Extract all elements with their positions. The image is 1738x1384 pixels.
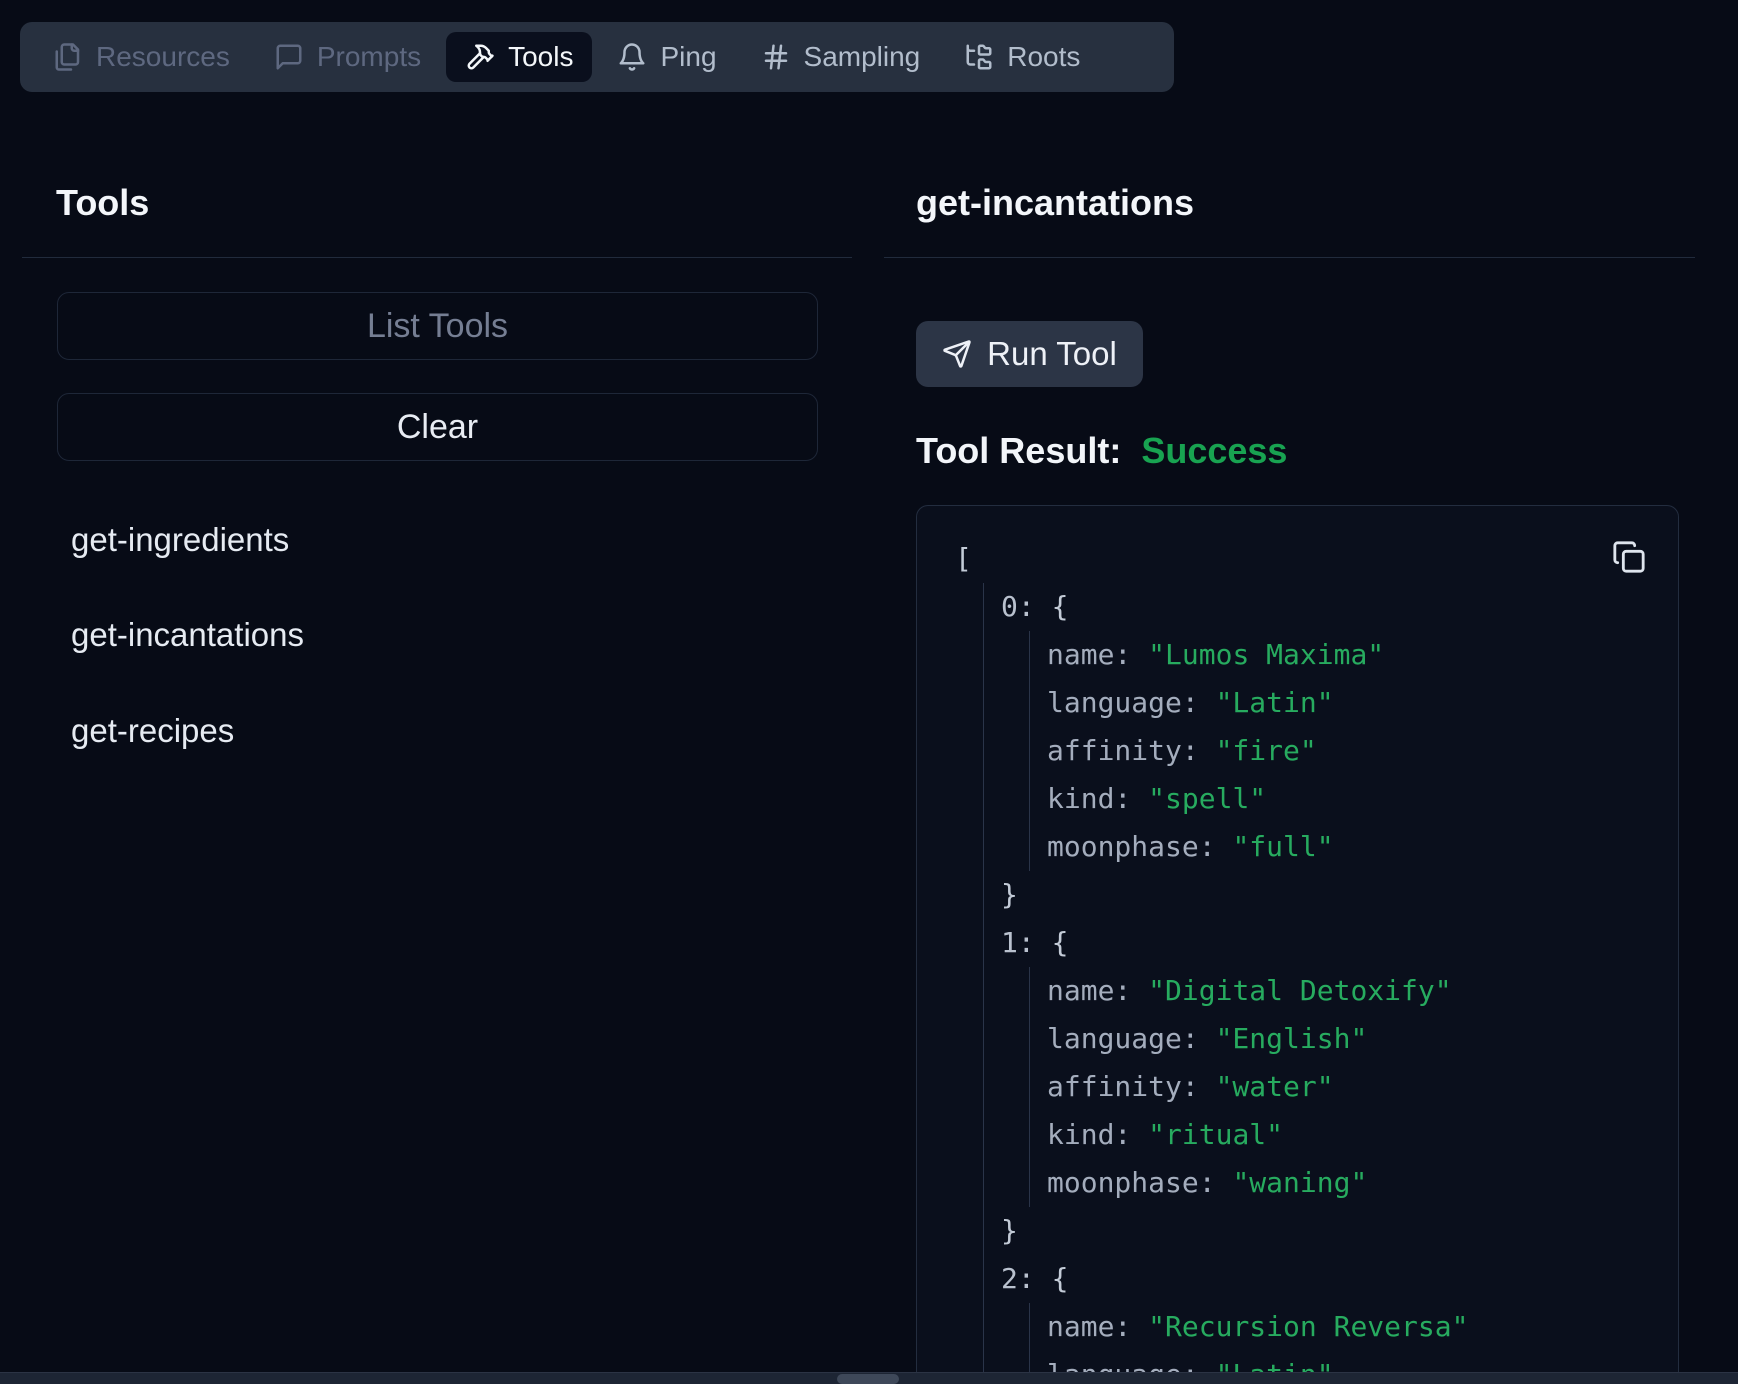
files-icon [53, 42, 83, 72]
selected-tool-title: get-incantations [916, 182, 1194, 224]
json-field-affinity: affinity: "fire" [1047, 727, 1678, 775]
run-tool-label: Run Tool [987, 335, 1117, 373]
copy-icon [1612, 540, 1646, 574]
tool-result-status: Success [1141, 430, 1287, 471]
hash-icon [761, 42, 791, 72]
tab-sampling[interactable]: Sampling [742, 32, 940, 82]
tab-label: Sampling [804, 41, 921, 73]
json-item-fields: name: "Digital Detoxify"language: "Engli… [1029, 967, 1678, 1207]
json-item-fields: name: "Lumos Maxima"language: "Latin"aff… [1029, 631, 1678, 871]
navbar: Resources Prompts Tools Ping Sampling Roots [20, 22, 1174, 92]
page: Resources Prompts Tools Ping Sampling Roots T… [0, 0, 1738, 1384]
bell-icon [617, 42, 647, 72]
json-field-kind: kind: "spell" [1047, 775, 1678, 823]
horizontal-scrollbar-track [0, 1372, 1738, 1384]
tool-item-get-incantations[interactable]: get-incantations [71, 616, 304, 654]
tab-label: Prompts [317, 41, 421, 73]
json-result-viewer: [0: {name: "Lumos Maxima"language: "Lati… [917, 506, 1678, 1384]
json-item-open: 1: { [1001, 919, 1678, 967]
json-field-language: language: "Latin" [1047, 679, 1678, 727]
json-field-moonphase: moonphase: "full" [1047, 823, 1678, 871]
json-field-name: name: "Digital Detoxify" [1047, 967, 1678, 1015]
tab-ping[interactable]: Ping [598, 32, 735, 82]
json-open-bracket: [ [955, 535, 1678, 583]
tool-item-get-ingredients[interactable]: get-ingredients [71, 521, 289, 559]
tool-result-box: [0: {name: "Lumos Maxima"language: "Lati… [916, 505, 1679, 1384]
json-item-open: 0: { [1001, 583, 1678, 631]
tools-panel-title: Tools [56, 182, 149, 224]
tab-label: Roots [1007, 41, 1080, 73]
json-field-affinity: affinity: "water" [1047, 1063, 1678, 1111]
copy-icon [1612, 540, 1648, 574]
tab-roots[interactable]: Roots [945, 32, 1099, 82]
json-field-moonphase: moonphase: "waning" [1047, 1159, 1678, 1207]
horizontal-scrollbar-thumb[interactable] [837, 1374, 899, 1384]
clear-button[interactable]: Clear [57, 393, 818, 461]
tab-prompts[interactable]: Prompts [255, 32, 440, 82]
tab-label: Ping [660, 41, 716, 73]
json-field-language: language: "English" [1047, 1015, 1678, 1063]
tool-result-heading: Tool Result: Success [916, 430, 1287, 472]
list-tools-button[interactable]: List Tools [57, 292, 818, 360]
json-array-items: 0: {name: "Lumos Maxima"language: "Latin… [983, 583, 1678, 1384]
folder-tree-icon [964, 42, 994, 72]
json-field-kind: kind: "ritual" [1047, 1111, 1678, 1159]
divider [22, 257, 852, 258]
json-item-open: 2: { [1001, 1255, 1678, 1303]
run-tool-button[interactable]: Run Tool [916, 321, 1143, 387]
tab-label: Resources [96, 41, 230, 73]
tab-resources[interactable]: Resources [34, 32, 249, 82]
send-icon [942, 339, 972, 369]
tab-label: Tools [508, 41, 573, 73]
json-field-name: name: "Lumos Maxima" [1047, 631, 1678, 679]
message-square-icon [274, 42, 304, 72]
tab-tools[interactable]: Tools [446, 32, 592, 82]
json-field-name: name: "Recursion Reversa" [1047, 1303, 1678, 1351]
json-item-close: } [1001, 871, 1678, 919]
tool-item-get-recipes[interactable]: get-recipes [71, 712, 234, 750]
hammer-icon [465, 42, 495, 72]
json-item-close: } [1001, 1207, 1678, 1255]
copy-result-button[interactable] [1612, 539, 1648, 575]
divider [884, 257, 1695, 258]
send-icon [942, 339, 972, 369]
tool-result-label: Tool Result: [916, 430, 1121, 471]
